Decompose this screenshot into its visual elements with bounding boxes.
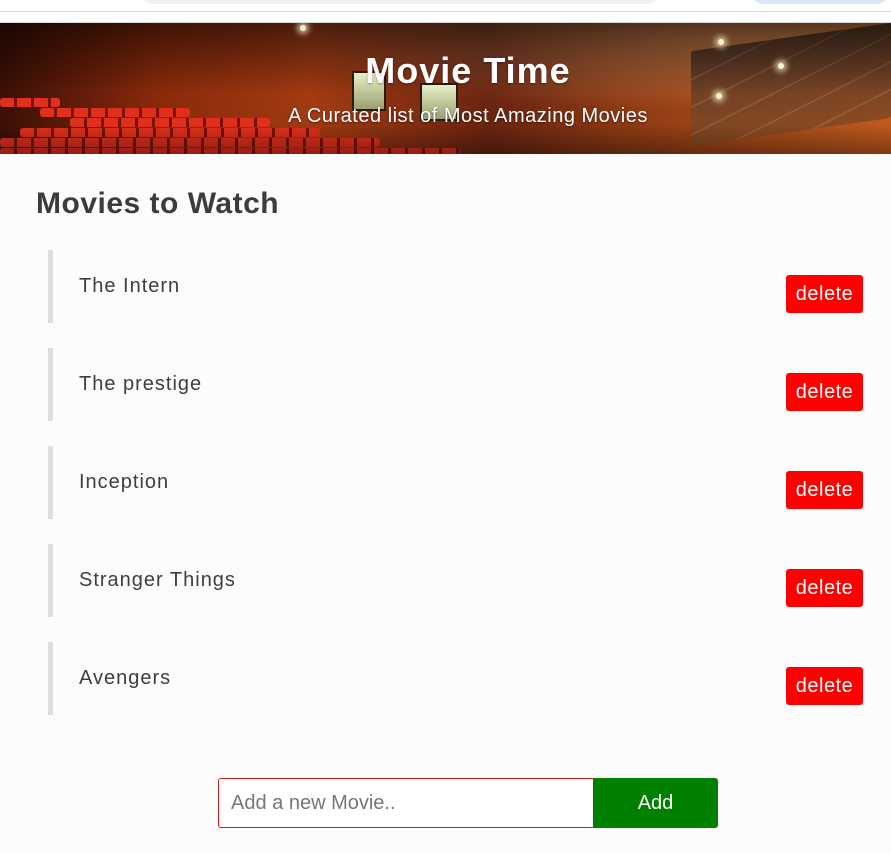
list-item: Avengers delete [48,642,863,715]
address-bar[interactable] [140,0,660,4]
delete-button[interactable]: delete [786,275,863,313]
section-heading: Movies to Watch [36,187,280,220]
list-item: Inception delete [48,446,863,519]
movie-title: Stranger Things [79,569,236,591]
movie-list: The Intern delete The prestige delete In… [48,250,863,740]
delete-button[interactable]: delete [786,569,863,607]
browser-toolbar-pill[interactable] [750,0,890,4]
page-title: Movie Time [365,50,571,91]
list-item: Stranger Things delete [48,544,863,617]
movie-title: Inception [79,471,170,493]
delete-button[interactable]: delete [786,471,863,509]
chrome-divider [0,11,891,12]
hero-banner: Movie Time A Curated list of Most Amazin… [0,23,891,154]
movie-title: The Intern [79,275,181,297]
list-item: The Intern delete [48,250,863,323]
hero-ceiling-light [718,39,724,45]
add-movie-form: Add [218,778,718,828]
delete-button[interactable]: delete [786,667,863,705]
add-button[interactable]: Add [593,778,718,828]
delete-button[interactable]: delete [786,373,863,411]
browser-chrome [0,0,891,23]
page-subtitle: A Curated list of Most Amazing Movies [288,105,648,127]
new-movie-input[interactable] [218,778,594,828]
list-item: The prestige delete [48,348,863,421]
movie-title: Avengers [79,667,172,689]
hero-floor-shade [0,124,891,154]
movie-title: The prestige [79,373,203,395]
hero-ceiling-light [300,25,306,31]
hero-ceiling-light [716,93,722,99]
